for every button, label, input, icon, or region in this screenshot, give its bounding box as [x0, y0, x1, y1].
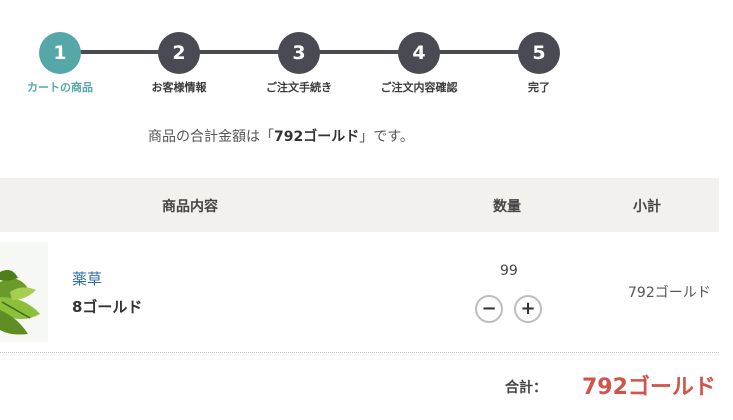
summary-suffix: 」です。	[359, 129, 414, 145]
header-subtotal: 小計	[633, 199, 661, 215]
header-quantity: 数量	[493, 199, 521, 215]
summary-amount: 792ゴールド	[274, 129, 360, 145]
step-4: 4 ご注文内容確認	[359, 32, 479, 95]
total-value: 792ゴールド	[582, 375, 716, 400]
step-5-label: 完了	[528, 81, 550, 94]
step-1: 1 カートの商品	[0, 32, 120, 95]
step-2-circle: 2	[158, 32, 200, 74]
checkout-steps: 1 カートの商品 2 お客様情報 3 ご注文手続き 4 ご注文内容確認 5 完了	[0, 0, 733, 110]
step-1-circle: 1	[39, 32, 81, 74]
step-4-label: ご注文内容確認	[380, 81, 458, 94]
step-2: 2 お客様情報	[119, 32, 239, 95]
minus-icon: −	[481, 298, 497, 319]
step-2-label: お客様情報	[151, 81, 207, 94]
quantity-value: 99	[500, 263, 518, 279]
step-3-circle: 3	[278, 32, 320, 74]
header-content: 商品内容	[162, 199, 218, 215]
plus-icon: +	[520, 298, 536, 319]
step-4-circle: 4	[398, 32, 440, 74]
product-name-link[interactable]: 薬草	[72, 268, 102, 289]
step-3-label: ご注文手続き	[266, 81, 332, 94]
row-divider	[0, 352, 719, 353]
step-5-circle: 5	[518, 32, 560, 74]
step-3: 3 ご注文手続き	[239, 32, 359, 95]
step-1-label: カートの商品	[27, 81, 93, 94]
cart-total-summary: 商品の合計金額は「792ゴールド」です。	[148, 126, 414, 146]
product-image	[0, 242, 48, 342]
step-5: 5 完了	[479, 32, 599, 95]
decrease-quantity-button[interactable]: −	[475, 295, 503, 323]
total-label: 合計：	[505, 380, 547, 396]
cart-table-header: 商品内容 数量 小計	[0, 178, 719, 232]
item-subtotal: 792ゴールド	[628, 285, 711, 301]
product-unit-price: 8ゴールド	[72, 298, 143, 316]
summary-prefix: 商品の合計金額は「	[148, 129, 274, 145]
increase-quantity-button[interactable]: +	[514, 295, 542, 323]
